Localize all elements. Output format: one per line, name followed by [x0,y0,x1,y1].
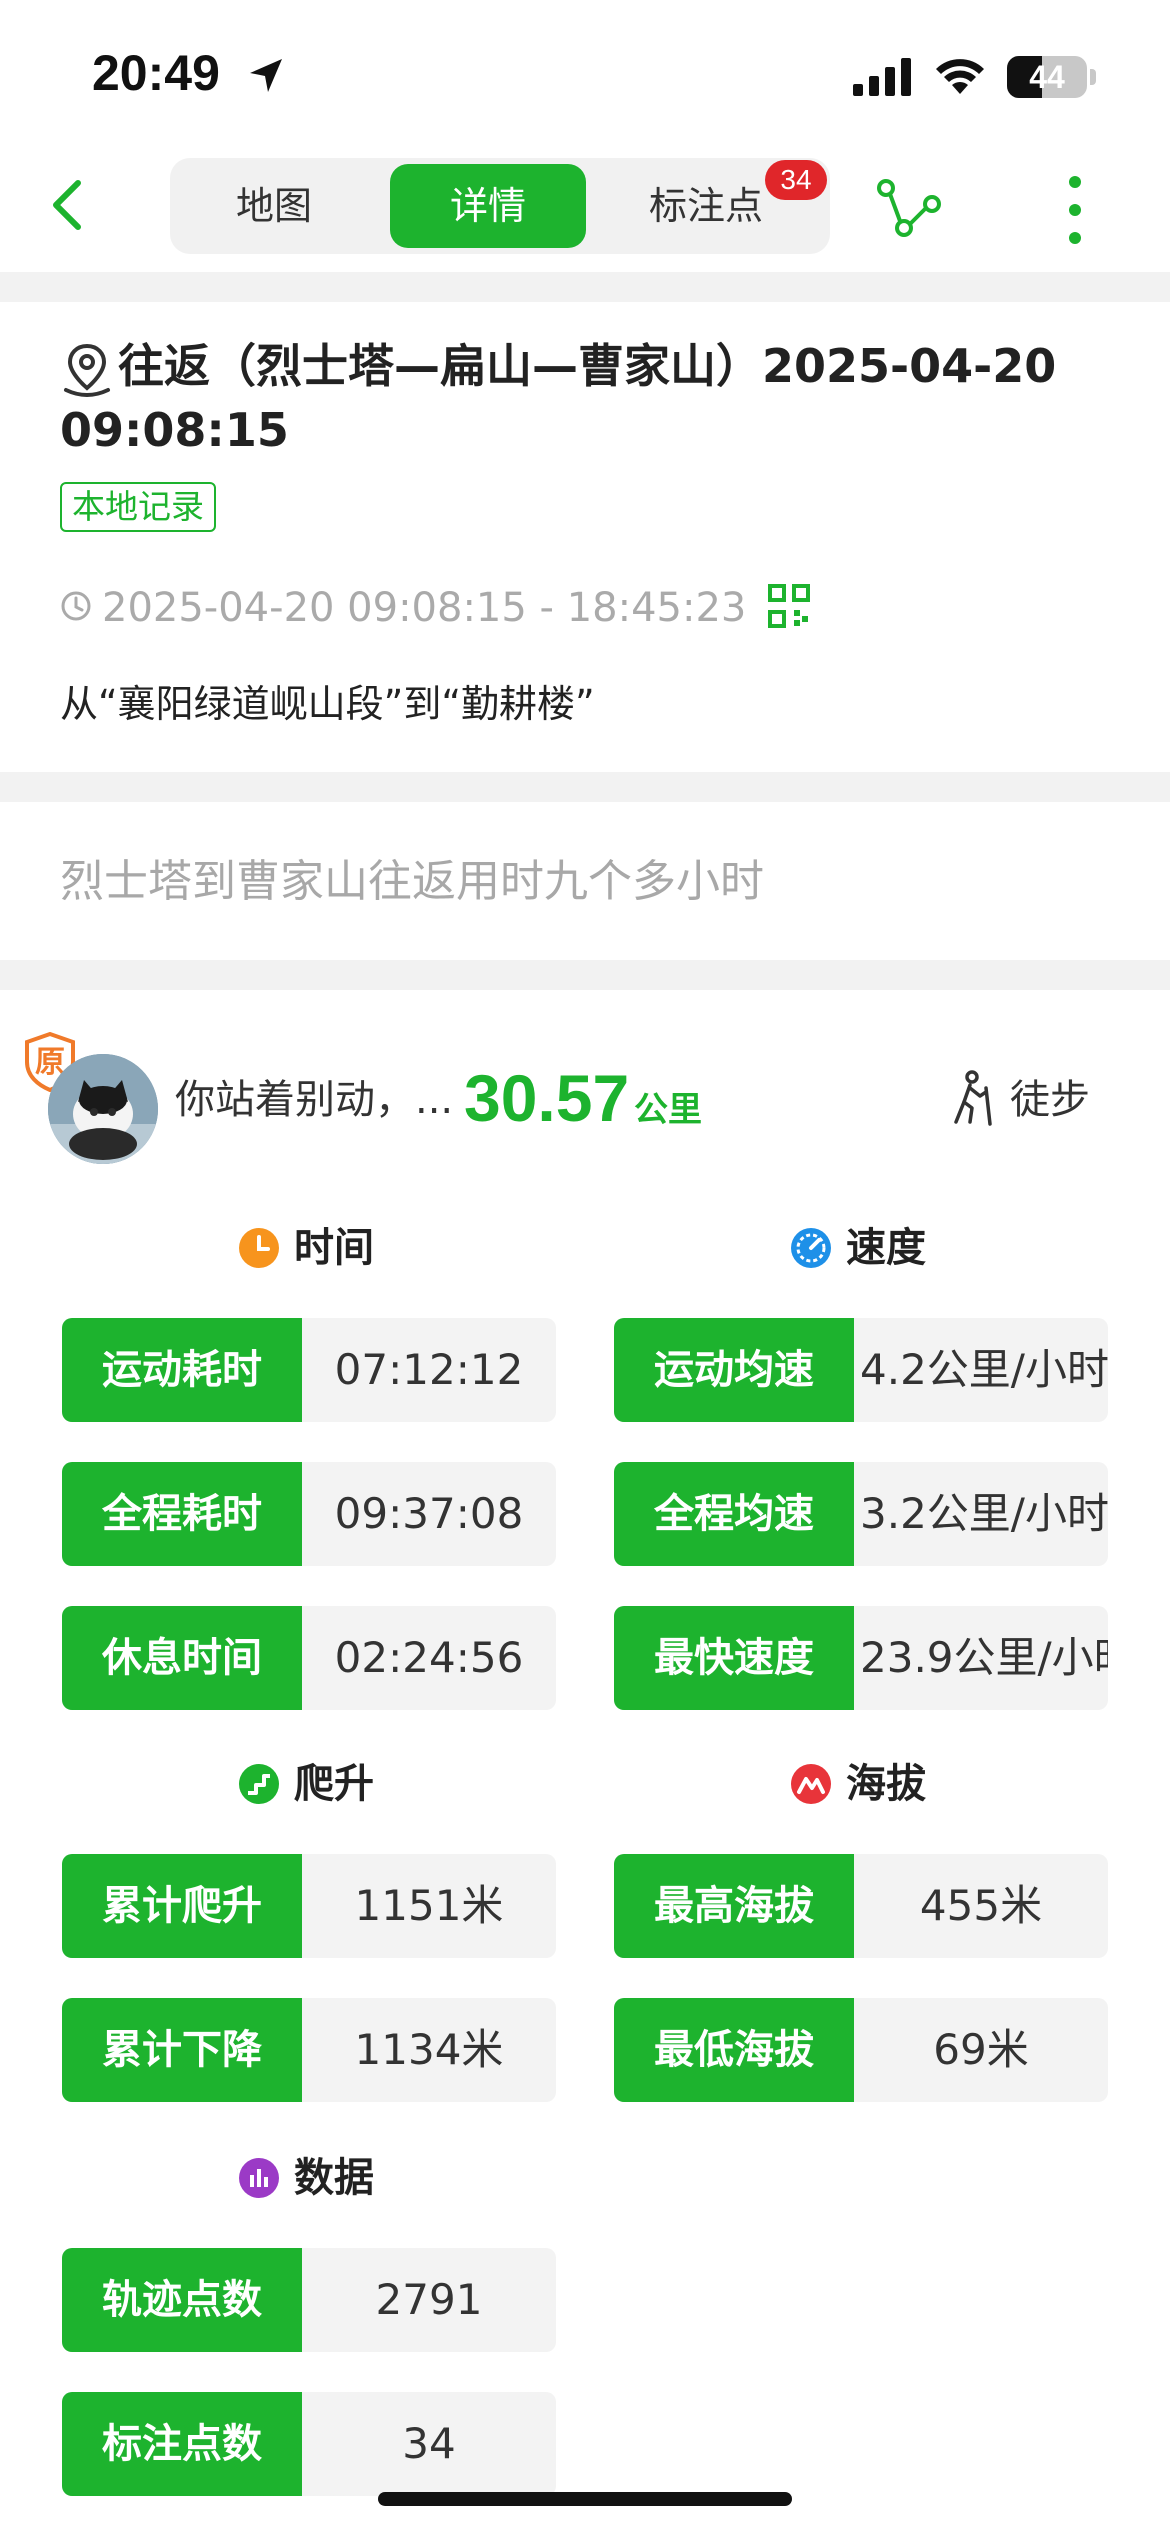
stat-annotation-points: 标注点数 34 [62,2392,556,2496]
stat-value: 02:24:56 [334,1633,524,1682]
bar-chart-icon [239,2158,279,2198]
branch-share-icon[interactable] [876,178,942,238]
route-description: 从“襄阳绿道岘山段”到“勤耕楼” [60,682,595,726]
clock-icon [61,591,91,621]
stat-label: 累计爬升 [62,1854,302,1958]
tab-details[interactable]: 详情 [390,164,586,248]
stat-label: 运动耗时 [62,1318,302,1422]
stats-card: 原 你站着别动，... 30.57 公里 徒步 时间 运动耗时 07:12:12… [0,990,1170,2532]
stat-value: 1151米 [354,1881,504,1930]
more-options-icon[interactable] [1060,170,1090,250]
stat-label: 累计下降 [62,1998,302,2102]
stat-label: 轨迹点数 [62,2248,302,2352]
stat-total-speed: 全程均速 3.2公里/小时 [614,1462,1108,1566]
stat-value: 4.2公里/小时 [860,1345,1108,1394]
stat-moving-time: 运动耗时 07:12:12 [62,1318,556,1422]
stat-label: 最高海拔 [614,1854,854,1958]
section-climb-title: 爬升 [294,1761,374,1807]
battery-level: 44 [1029,59,1065,95]
avatar-cat-image [48,1054,158,1164]
stat-label: 全程耗时 [62,1462,302,1566]
wifi-icon [936,59,984,94]
stat-track-points: 轨迹点数 2791 [62,2248,556,2352]
distance-unit: 公里 [634,1090,702,1130]
note-card[interactable]: 烈士塔到曹家山往返用时九个多小时 [0,802,1170,960]
track-info-card: 往返（烈士塔—扁山—曹家山）2025-04-20 09:08:15 本地记录 2… [0,302,1170,772]
stat-value: 69米 [933,2025,1029,2074]
hiking-icon [954,1070,992,1126]
section-altitude-title: 海拔 [846,1761,926,1807]
local-record-tag: 本地记录 [60,482,216,532]
section-time-header: 时间 [238,1218,438,1278]
stat-label: 标注点数 [62,2392,302,2496]
section-speed-header: 速度 [790,1218,990,1278]
top-nav: 地图 详情 标注点 34 [0,150,1170,272]
stat-value: 23.9公里/小时 [860,1633,1108,1682]
user-name: 你站着别动，... [175,1077,454,1123]
section-time-title: 时间 [294,1225,374,1271]
stat-label: 运动均速 [614,1318,854,1422]
status-bar: 20:49 44 [0,0,1170,150]
back-button[interactable] [40,175,100,235]
section-altitude-header: 海拔 [790,1754,990,1814]
battery-nub [1090,69,1096,85]
annotation-count-badge: 34 [765,160,827,200]
stat-total-time: 全程耗时 09:37:08 [62,1462,556,1566]
section-speed-title: 速度 [846,1225,926,1271]
stat-min-altitude: 最低海拔 69米 [614,1998,1108,2102]
stat-label: 最低海拔 [614,1998,854,2102]
stat-value: 3.2公里/小时 [860,1489,1108,1538]
speedometer-icon [791,1228,831,1268]
location-arrow-icon [250,59,282,92]
track-title: 往返（烈士塔—扁山—曹家山）2025-04-20 09:08:15 [60,339,1057,457]
time-section-icon [239,1228,279,1268]
stat-value: 07:12:12 [334,1345,524,1394]
time-range: 2025-04-20 09:08:15 - 18:45:23 [102,585,747,631]
mountain-chart-icon [791,1764,831,1804]
stat-total-ascent: 累计爬升 1151米 [62,1854,556,1958]
stat-label: 休息时间 [62,1606,302,1710]
section-data-header: 数据 [238,2148,438,2208]
stat-label: 全程均速 [614,1462,854,1566]
track-note: 烈士塔到曹家山往返用时九个多小时 [60,856,764,907]
stat-moving-speed: 运动均速 4.2公里/小时 [614,1318,1108,1422]
section-data-title: 数据 [294,2155,374,2201]
stairs-icon [239,1764,279,1804]
cellular-signal-icon [853,58,911,96]
stat-value: 34 [402,2419,456,2468]
activity-type: 徒步 [1010,1077,1090,1123]
stat-max-altitude: 最高海拔 455米 [614,1854,1108,1958]
battery-icon: 44 [1007,56,1087,98]
stat-total-descent: 累计下降 1134米 [62,1998,556,2102]
stat-value: 09:37:08 [334,1489,524,1538]
avatar[interactable] [48,1054,158,1164]
section-climb-header: 爬升 [238,1754,438,1814]
tab-map[interactable]: 地图 [176,164,372,248]
home-indicator [378,2492,792,2506]
stat-value: 1134米 [354,2025,504,2074]
status-time: 20:49 [92,45,220,101]
stat-max-speed: 最快速度 23.9公里/小时 [614,1606,1108,1710]
view-segmented-control: 地图 详情 标注点 [170,158,830,254]
stat-value: 455米 [919,1881,1043,1930]
total-distance: 30.57 [464,1061,630,1135]
stat-label: 最快速度 [614,1606,854,1710]
qr-code-icon[interactable] [768,584,810,628]
stat-rest-time: 休息时间 02:24:56 [62,1606,556,1710]
stat-value: 2791 [375,2275,483,2324]
